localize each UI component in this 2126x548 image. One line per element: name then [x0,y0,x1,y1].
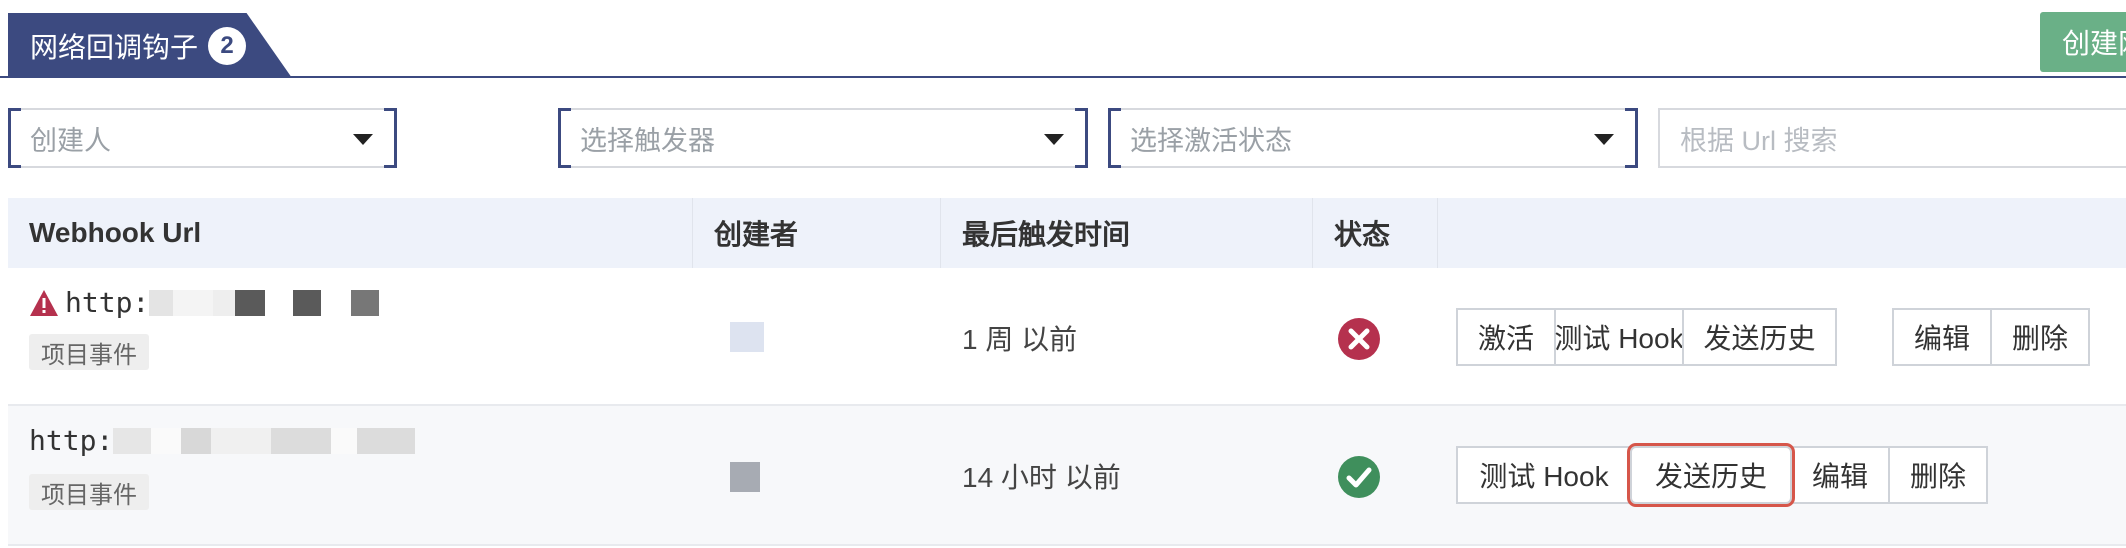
webhook-url-text: http: [65,286,150,319]
table-row: http: 项目事件 1 周 以前 激活 测试 Hook 发送历史 编辑 删除 [8,268,2126,406]
url-search-placeholder: 根据 Url 搜索 [1680,125,1838,156]
delete-button[interactable]: 删除 [1888,446,1988,504]
table-header: Webhook Url 创建者 最后触发时间 状态 [8,198,2126,268]
trigger-select-placeholder: 选择触发器 [580,125,715,156]
header-last-triggered: 最后触发时间 [941,198,1313,268]
count-badge: 2 [208,26,247,65]
tab-webhooks[interactable]: 网络回调钩子 2 [8,13,292,78]
webhook-url-text: http: [29,424,114,457]
caret-down-icon [1044,134,1064,145]
redacted-block [173,289,214,316]
webhook-url[interactable]: http: [29,424,416,457]
tab-bar: 网络回调钩子 2 [0,0,2126,78]
redacted-block [211,427,272,454]
creator-avatar [730,462,760,492]
redacted-block [351,289,380,316]
send-history-button[interactable]: 发送历史 [1627,443,1795,507]
creator-select-placeholder: 创建人 [30,125,111,156]
redacted-block [271,427,332,454]
trigger-select[interactable]: 选择触发器 [558,108,1088,168]
redacted-block [357,427,416,454]
check-circle-icon [1338,456,1380,498]
redacted-block [181,427,212,454]
creator-avatar [730,322,764,352]
redacted-block [293,289,322,316]
redacted-block [321,289,352,316]
delete-button[interactable]: 删除 [1990,308,2090,366]
redacted-block [331,427,358,454]
webhook-url[interactable]: http: [29,286,380,319]
last-triggered-time: 14 小时 以前 [962,462,1121,493]
caret-down-icon [1594,134,1614,145]
header-url: Webhook Url [8,198,693,268]
test-hook-button[interactable]: 测试 Hook [1554,308,1684,366]
status-select[interactable]: 选择激活状态 [1108,108,1638,168]
header-status: 状态 [1313,198,1438,268]
redacted-block [113,427,152,454]
header-actions [1438,198,2126,268]
create-webhook-button[interactable]: 创建网 [2040,12,2126,72]
row-actions: 测试 Hook 发送历史 编辑 删除 [1456,443,1988,507]
activate-button[interactable]: 激活 [1456,308,1556,366]
url-search-input[interactable]: 根据 Url 搜索 [1658,108,2126,168]
send-history-button[interactable]: 发送历史 [1682,308,1837,366]
redacted-block [235,289,266,316]
creator-select[interactable]: 创建人 [8,108,397,168]
last-triggered-time: 1 周 以前 [962,324,1078,355]
redacted-block [151,427,182,454]
test-hook-button[interactable]: 测试 Hook [1456,446,1632,504]
event-tag: 项目事件 [29,334,149,370]
header-creator: 创建者 [693,198,941,268]
warning-triangle-icon [30,289,58,316]
status-select-placeholder: 选择激活状态 [1130,125,1292,156]
tab-label: 网络回调钩子 [30,31,199,63]
redacted-block [149,289,174,316]
row-actions: 激活 测试 Hook 发送历史 [1456,308,1837,366]
table-row: http: 项目事件 14 小时 以前 测试 Hook 发送历史 编辑 删除 [8,406,2126,546]
edit-button[interactable]: 编辑 [1790,446,1890,504]
edit-button[interactable]: 编辑 [1892,308,1992,366]
event-tag: 项目事件 [29,474,149,510]
caret-down-icon [353,134,373,145]
redacted-block [213,289,236,316]
x-circle-icon [1338,318,1380,360]
row-actions-secondary: 编辑 删除 [1892,308,2090,366]
redacted-block [265,289,294,316]
